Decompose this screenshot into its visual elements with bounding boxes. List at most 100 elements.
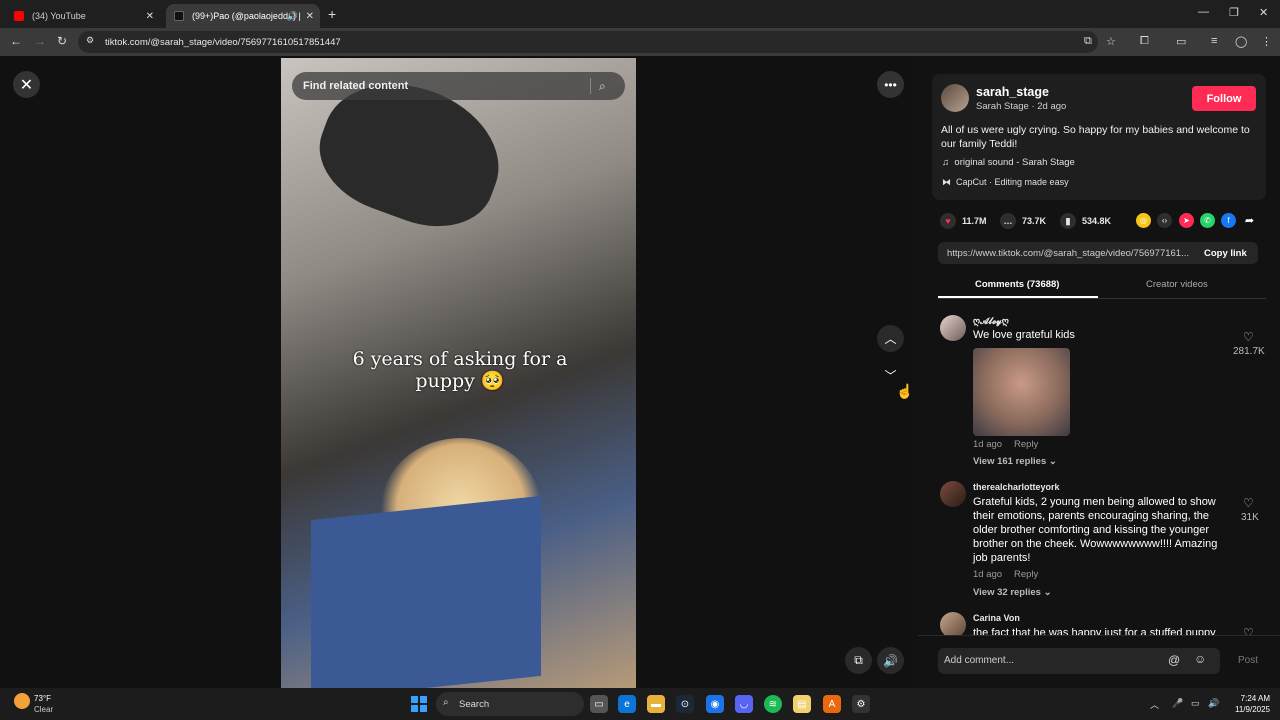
tab-tiktok[interactable]: (99+)Pao (@paolaojedda) | 🔊 ✕ bbox=[166, 4, 320, 28]
media-control-icon[interactable]: ≡ bbox=[1211, 35, 1217, 47]
copy-link-button[interactable]: Copy link bbox=[1204, 248, 1247, 259]
comment-time: 1d ago bbox=[973, 439, 1003, 450]
mention-icon[interactable]: @ bbox=[1168, 653, 1180, 667]
post-description: All of us were ugly crying. So happy for… bbox=[941, 124, 1250, 150]
author-avatar[interactable] bbox=[941, 84, 969, 112]
view-replies-button[interactable]: View 32 replies ⌄ bbox=[973, 587, 1052, 598]
more-options-button[interactable]: ••• bbox=[877, 71, 904, 98]
task-view-icon[interactable]: ▭ bbox=[590, 695, 608, 713]
save-count: 534.8K bbox=[1082, 216, 1112, 226]
extensions-icon[interactable]: ⧠ bbox=[1140, 35, 1149, 48]
related-search-input[interactable]: Find related content bbox=[303, 80, 408, 92]
share-arrow-icon[interactable]: ➦ bbox=[1242, 213, 1257, 228]
comment-avatar[interactable] bbox=[940, 612, 966, 635]
steam-icon[interactable]: ⊙ bbox=[676, 695, 694, 713]
capcut-link[interactable]: ⧓ CapCut · Editing made easy bbox=[942, 177, 1069, 188]
new-tab-button[interactable]: + bbox=[328, 6, 336, 22]
spotify-icon[interactable]: ≋ bbox=[764, 695, 782, 713]
previous-video-button[interactable]: ︿ bbox=[877, 325, 904, 352]
install-app-icon[interactable]: ⧉ bbox=[1084, 35, 1092, 48]
discord-icon[interactable]: ◡ bbox=[735, 695, 753, 713]
comment-like-icon[interactable]: ♡ bbox=[1243, 496, 1254, 510]
restore-icon[interactable]: ❐ bbox=[1229, 6, 1239, 19]
reply-button[interactable]: Reply bbox=[1014, 569, 1038, 580]
reply-button[interactable]: Reply bbox=[1014, 439, 1038, 450]
floating-player-button[interactable]: ⧉ bbox=[845, 647, 872, 674]
sound-link[interactable]: ♫ original sound - Sarah Stage bbox=[942, 157, 1075, 168]
emoji-icon[interactable]: ☺ bbox=[1194, 652, 1206, 666]
weather-condition: Clear bbox=[34, 705, 54, 714]
close-window-icon[interactable]: ✕ bbox=[1259, 6, 1268, 19]
comment-icon: … bbox=[1000, 213, 1016, 229]
like-stat[interactable]: ♥ 11.7M bbox=[940, 213, 987, 229]
tab-creator-videos[interactable]: Creator videos bbox=[1146, 279, 1208, 290]
comment-like-icon[interactable]: ♡ bbox=[1243, 330, 1254, 344]
menu-icon[interactable]: ⋮ bbox=[1261, 35, 1272, 48]
back-icon[interactable]: ← bbox=[10, 34, 22, 48]
close-tab-icon[interactable]: ✕ bbox=[146, 11, 154, 22]
author-username[interactable]: sarah_stage bbox=[976, 85, 1049, 99]
comment-avatar[interactable] bbox=[940, 315, 966, 341]
app-a-icon[interactable]: A bbox=[823, 695, 841, 713]
tab-title: (99+)Pao (@paolaojedda) | bbox=[192, 11, 301, 21]
weather-icon[interactable] bbox=[14, 693, 30, 709]
whatsapp-icon[interactable]: ✆ bbox=[1200, 213, 1215, 228]
bookmark-icon: ▮ bbox=[1060, 213, 1076, 229]
save-stat[interactable]: ▮ 534.8K bbox=[1060, 213, 1111, 229]
send-icon[interactable]: ➤ bbox=[1179, 213, 1194, 228]
search-icon[interactable]: ⌕ bbox=[599, 79, 606, 94]
reload-icon[interactable]: ↻ bbox=[57, 34, 67, 48]
comment-text: the fact that he was happy just for a st… bbox=[973, 627, 1216, 635]
close-video-button[interactable]: ✕ bbox=[13, 71, 40, 98]
weather-temp[interactable]: 73°F bbox=[34, 694, 51, 703]
comment-text: Grateful kids, 2 young men being allowed… bbox=[973, 496, 1218, 564]
capcut-text: CapCut · Editing made easy bbox=[956, 177, 1069, 187]
clock-date: 11/9/2025 bbox=[1235, 705, 1270, 714]
minimize-icon[interactable]: — bbox=[1198, 6, 1209, 18]
comment-image[interactable] bbox=[973, 348, 1070, 436]
comment-author[interactable]: therealcharlotteyork bbox=[973, 482, 1060, 492]
windows-start-icon[interactable] bbox=[411, 696, 427, 712]
tab-comments[interactable]: Comments (73688) bbox=[975, 279, 1059, 290]
windows-taskbar bbox=[0, 688, 1280, 720]
search-icon: ⌕ bbox=[443, 697, 449, 708]
chrome-icon[interactable]: ◉ bbox=[706, 695, 724, 713]
site-info-icon[interactable]: ⚙ bbox=[86, 35, 94, 46]
add-comment-placeholder[interactable]: Add comment... bbox=[944, 655, 1014, 666]
tray-overflow-icon[interactable]: ︿ bbox=[1150, 698, 1159, 711]
file-explorer-icon[interactable]: ▬ bbox=[647, 695, 665, 713]
volume-button[interactable]: 🔊 bbox=[877, 647, 904, 674]
post-comment-button[interactable]: Post bbox=[1238, 655, 1258, 666]
comment-like-count: 281.7K bbox=[1233, 346, 1265, 357]
bookmark-star-icon[interactable]: ☆ bbox=[1106, 35, 1116, 48]
video-caption: 6 years of asking for a puppy 🥺 bbox=[352, 348, 568, 392]
volume-tray-icon[interactable]: 🔊 bbox=[1208, 698, 1219, 709]
repost-icon[interactable]: ◎ bbox=[1136, 213, 1151, 228]
notes-icon[interactable]: ▤ bbox=[793, 695, 811, 713]
split-view-icon[interactable]: ▭ bbox=[1176, 35, 1186, 48]
follow-button[interactable]: Follow bbox=[1192, 86, 1256, 111]
close-tab-icon[interactable]: ✕ bbox=[306, 11, 314, 22]
taskbar-search-label[interactable]: Search bbox=[459, 699, 489, 710]
taskbar-clock[interactable]: 7:24 AM 11/9/2025 bbox=[1228, 693, 1270, 715]
url-text[interactable]: tiktok.com/@sarah_stage/video/7569771610… bbox=[105, 37, 341, 48]
facebook-icon[interactable]: f bbox=[1221, 213, 1236, 228]
microphone-icon[interactable]: 🎤 bbox=[1172, 698, 1183, 709]
comment-avatar[interactable] bbox=[940, 481, 966, 507]
speaker-icon[interactable]: 🔊 bbox=[287, 11, 298, 22]
comment-time: 1d ago bbox=[973, 569, 1003, 580]
sound-name: original sound - Sarah Stage bbox=[954, 157, 1075, 168]
comment-like-icon[interactable]: ♡ bbox=[1243, 626, 1254, 635]
settings-app-icon[interactable]: ⚙ bbox=[852, 695, 870, 713]
forward-icon[interactable]: → bbox=[34, 34, 46, 48]
display-icon[interactable]: ▭ bbox=[1191, 698, 1200, 709]
edge-icon[interactable]: e bbox=[618, 695, 636, 713]
comment-author[interactable]: Carina Von bbox=[973, 613, 1020, 623]
comment-author[interactable]: ღ𝓐𝓵𝓮𝔂ღ bbox=[973, 316, 1009, 327]
comment-stat[interactable]: … 73.7K bbox=[1000, 213, 1046, 229]
view-replies-button[interactable]: View 161 replies ⌄ bbox=[973, 456, 1057, 467]
tab-youtube[interactable]: (34) YouTube ✕ bbox=[6, 4, 160, 28]
profile-icon[interactable]: ◯ bbox=[1235, 35, 1247, 48]
embed-icon[interactable]: ‹› bbox=[1157, 213, 1172, 228]
tiktok-icon bbox=[174, 11, 184, 21]
